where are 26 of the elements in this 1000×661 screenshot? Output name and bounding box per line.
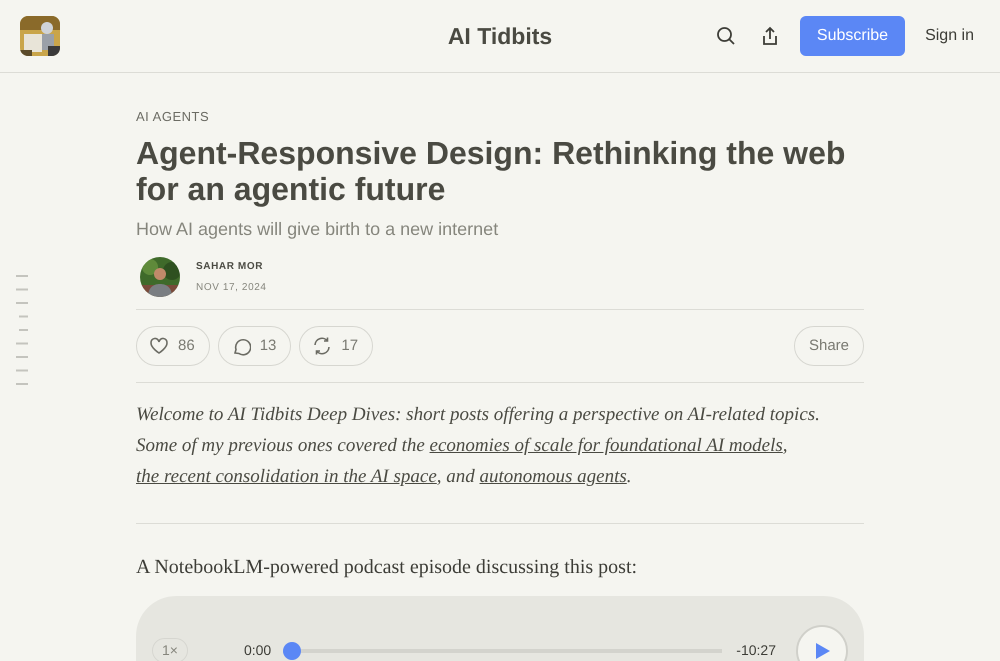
sign-in-button[interactable]: Sign in	[919, 24, 980, 48]
seek-handle[interactable]	[283, 642, 302, 660]
restack-button[interactable]: 17	[299, 326, 374, 366]
category-label[interactable]: AI AGENTS	[136, 107, 864, 126]
text-link[interactable]: autonomous agents	[480, 466, 627, 487]
text-link[interactable]: economies of scale for foundational AI models	[430, 434, 783, 456]
outline-icon[interactable]	[16, 275, 30, 387]
play-button[interactable]	[796, 624, 848, 661]
post-subtitle: How AI agents will give birth to a new internet	[136, 218, 500, 241]
post-date: NOV 17, 2024	[196, 280, 267, 295]
comment-button[interactable]: 13	[218, 326, 292, 366]
site-title[interactable]: AI Tidbits	[448, 18, 552, 54]
podcast-note: A NotebookLM-powered podcast episode discussing this post:	[136, 554, 638, 580]
share-button[interactable]: Share	[794, 326, 864, 366]
intro-paragraph: Welcome to AI Tidbits Deep Dives: short posts offering a perspective on AI-related topics. Some of my previous ones covered the economies of scale for foundational AI models, the recent consolidation in the AI space, and autonomous agents.	[136, 402, 821, 489]
remaining-time: -10:27	[736, 641, 776, 660]
heart-icon	[149, 336, 169, 356]
author-name[interactable]: SAHAR MOR	[196, 258, 267, 274]
text-link[interactable]: the recent consolidation in the AI space	[136, 466, 437, 487]
play-icon	[813, 642, 831, 660]
subscribe-button[interactable]: Subscribe	[800, 16, 906, 56]
speed-button[interactable]: 1×	[152, 638, 188, 661]
repeat-arrows-icon	[312, 336, 332, 356]
post-title: Agent-Responsive Design: Rethinking the web for an agentic future	[136, 134, 846, 207]
like-button[interactable]: 86	[136, 326, 210, 366]
elapsed-time: 0:00	[244, 641, 272, 660]
